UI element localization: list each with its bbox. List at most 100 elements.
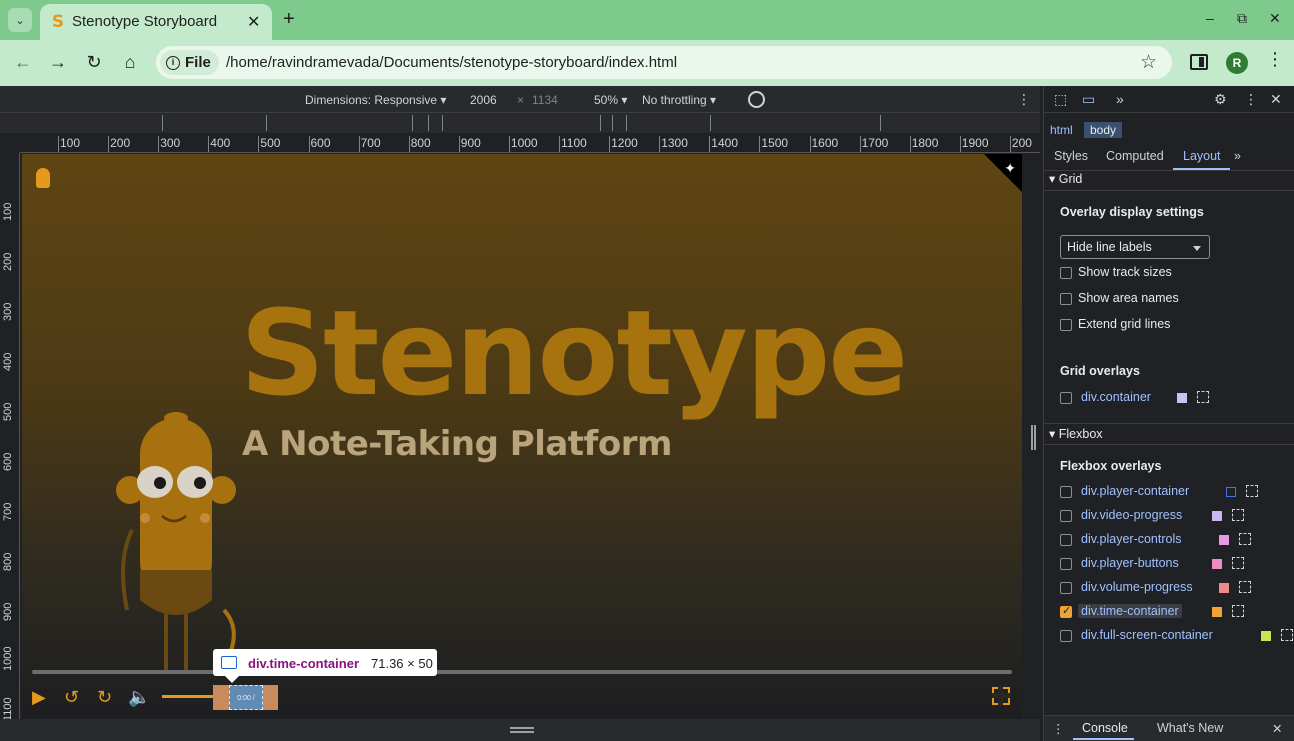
minimize-button[interactable]: – xyxy=(1206,10,1214,26)
reload-icon[interactable]: ↻ xyxy=(83,52,105,73)
customize-menu-icon[interactable]: ⋮ xyxy=(1244,92,1258,106)
color-swatch[interactable] xyxy=(1219,583,1229,593)
star-icon[interactable]: ☆ xyxy=(1140,51,1157,74)
close-drawer-icon[interactable]: ✕ xyxy=(1272,721,1282,736)
volume-icon[interactable]: 🔈 xyxy=(128,685,150,709)
media-query-bar[interactable] xyxy=(0,113,1040,133)
back-icon[interactable]: ← xyxy=(12,52,34,73)
overlay-element-link[interactable]: div.player-controls xyxy=(1081,532,1182,546)
forward-icon[interactable]: → xyxy=(47,52,69,73)
inspect-element-icon[interactable]: ⬚ xyxy=(1054,92,1067,106)
menu-icon[interactable]: ⋮ xyxy=(1266,50,1284,68)
color-swatch[interactable] xyxy=(1212,559,1222,569)
width-input[interactable]: 2006 xyxy=(470,93,497,107)
overlay-element-link[interactable]: div.full-screen-container xyxy=(1081,628,1213,642)
color-swatch[interactable] xyxy=(1177,393,1187,403)
media-query-marker[interactable] xyxy=(600,115,601,131)
media-query-marker[interactable] xyxy=(442,115,443,131)
overlay-element-link[interactable]: div.container xyxy=(1081,390,1151,404)
color-swatch[interactable] xyxy=(1212,607,1222,617)
highlight-element-icon[interactable] xyxy=(1239,581,1251,593)
gear-icon[interactable]: ⚙ xyxy=(1214,92,1227,106)
drawer-menu-icon[interactable]: ⋮ xyxy=(1052,721,1065,736)
highlight-element-icon[interactable] xyxy=(1246,485,1258,497)
viewport-resize-handle[interactable] xyxy=(1031,425,1036,450)
highlight-element-icon[interactable] xyxy=(1232,605,1244,617)
grid-section-header[interactable]: ▾ Grid xyxy=(1044,169,1294,191)
color-swatch[interactable] xyxy=(1226,487,1236,497)
color-swatch[interactable] xyxy=(1212,511,1222,521)
overlay-element-link[interactable]: div.video-progress xyxy=(1081,508,1182,522)
tab-close-icon[interactable]: ✕ xyxy=(247,12,260,32)
overlay-element-link[interactable]: div.player-buttons xyxy=(1081,556,1179,570)
close-window-button[interactable]: ✕ xyxy=(1269,10,1281,27)
checkbox[interactable] xyxy=(1060,630,1072,642)
media-query-marker[interactable] xyxy=(412,115,413,131)
resize-grip-icon[interactable] xyxy=(510,727,534,733)
dimensions-dropdown[interactable]: Dimensions: Responsive ▾ xyxy=(305,93,446,107)
overlay-element-link[interactable]: div.player-container xyxy=(1081,484,1189,498)
site-info-chip[interactable]: i File xyxy=(160,50,219,75)
more-panels-icon[interactable]: » xyxy=(1116,92,1124,106)
highlight-element-icon[interactable] xyxy=(1239,533,1251,545)
tab-console[interactable]: Console xyxy=(1082,721,1128,735)
overlay-element-link[interactable]: div.volume-progress xyxy=(1081,580,1193,594)
media-query-marker[interactable] xyxy=(428,115,429,131)
media-query-marker[interactable] xyxy=(710,115,711,131)
checkbox[interactable] xyxy=(1060,558,1072,570)
tab-layout[interactable]: Layout xyxy=(1183,149,1221,163)
height-input[interactable]: 1134 xyxy=(532,93,558,107)
device-toggle-icon[interactable]: ▭ xyxy=(1082,92,1095,106)
play-icon[interactable]: ▶ xyxy=(32,685,46,709)
color-swatch[interactable] xyxy=(1219,535,1229,545)
video-progress[interactable] xyxy=(32,670,1012,674)
tab-styles[interactable]: Styles xyxy=(1054,149,1088,163)
throttling-dropdown[interactable]: No throttling ▾ xyxy=(642,93,716,107)
media-query-marker[interactable] xyxy=(266,115,267,131)
side-panel-icon[interactable] xyxy=(1190,54,1208,70)
media-query-marker[interactable] xyxy=(626,115,627,131)
address-bar[interactable]: i File /home/ravindramevada/Documents/st… xyxy=(156,46,1172,79)
more-options-icon[interactable]: ⋮ xyxy=(1017,91,1031,108)
zoom-dropdown[interactable]: 50% ▾ xyxy=(594,93,627,107)
breadcrumb-html[interactable]: html xyxy=(1044,122,1079,138)
checkbox[interactable] xyxy=(1060,510,1072,522)
more-tabs-icon[interactable]: » xyxy=(1234,149,1241,163)
restore-button[interactable]: ⧉ xyxy=(1237,10,1247,27)
avatar[interactable]: R xyxy=(1226,52,1248,74)
checkbox[interactable] xyxy=(1060,534,1072,546)
media-query-marker[interactable] xyxy=(880,115,881,131)
overlay-element-link[interactable]: div.time-container xyxy=(1078,604,1182,618)
breadcrumb-body[interactable]: body xyxy=(1084,122,1123,138)
highlight-element-icon[interactable] xyxy=(1232,509,1244,521)
checkbox[interactable] xyxy=(1060,293,1072,305)
home-icon[interactable]: ⌂ xyxy=(119,52,141,73)
forward-skip-icon[interactable]: ↻ xyxy=(97,685,112,709)
tab-computed[interactable]: Computed xyxy=(1106,149,1164,163)
line-labels-select[interactable]: Hide line labels xyxy=(1060,235,1210,259)
new-tab-button[interactable]: + xyxy=(283,8,295,30)
tab-whats-new[interactable]: What's New xyxy=(1157,721,1223,735)
checkbox[interactable] xyxy=(1060,486,1072,498)
highlight-element-icon[interactable] xyxy=(1197,391,1209,403)
highlight-element-icon[interactable] xyxy=(1281,629,1293,641)
rewind-icon[interactable]: ↺ xyxy=(64,685,79,709)
color-swatch[interactable] xyxy=(1261,631,1271,641)
checkbox[interactable] xyxy=(1060,582,1072,594)
media-query-marker[interactable] xyxy=(612,115,613,131)
rotate-icon[interactable] xyxy=(748,91,765,108)
fullscreen-icon[interactable] xyxy=(991,686,1011,706)
checkbox[interactable] xyxy=(1060,604,1072,618)
checkbox[interactable] xyxy=(1060,319,1072,331)
media-query-marker[interactable] xyxy=(162,115,163,131)
url-text[interactable]: /home/ravindramevada/Documents/stenotype… xyxy=(226,54,677,71)
tab-search-button[interactable]: ⌄ xyxy=(8,8,32,32)
ruler-tick xyxy=(508,136,510,152)
browser-tab[interactable]: S Stenotype Storyboard ✕ xyxy=(40,4,272,40)
highlight-element-icon[interactable] xyxy=(1232,557,1244,569)
close-devtools-icon[interactable]: ✕ xyxy=(1270,92,1282,106)
flexbox-section-header[interactable]: ▾ Flexbox xyxy=(1044,423,1294,445)
checkbox[interactable] xyxy=(1060,267,1072,279)
checkbox[interactable] xyxy=(1060,392,1072,404)
volume-progress[interactable] xyxy=(162,695,214,698)
